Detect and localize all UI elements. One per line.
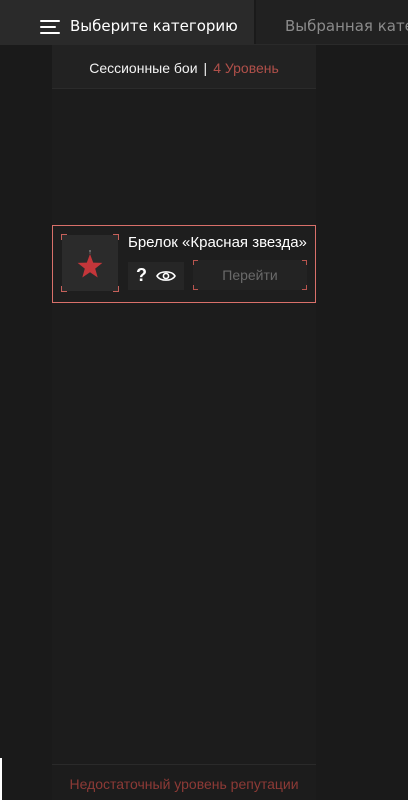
footer-divider xyxy=(52,764,316,765)
reward-column: Сессионные бои | 4 Уровень Брелок «Красная… xyxy=(52,45,316,800)
tab-select-category-label: Выберите категорию xyxy=(70,17,238,35)
go-button[interactable]: Перейти xyxy=(193,260,307,290)
app-root: Выберите категорию Выбранная категория С… xyxy=(0,0,408,800)
go-button-label: Перейти xyxy=(222,267,278,283)
reward-actions: ? xyxy=(128,262,184,290)
section-title: Сессионные бои xyxy=(89,60,198,76)
tab-selected-category[interactable]: Выбранная категория xyxy=(256,0,408,44)
eye-icon[interactable] xyxy=(156,268,176,284)
tab-selected-category-label: Выбранная категория xyxy=(285,17,408,35)
section-header: Сессионные бои | 4 Уровень xyxy=(52,45,316,89)
menu-icon xyxy=(40,20,60,34)
reward-thumbnail xyxy=(61,234,119,292)
reputation-warning: Недостаточный уровень репутации xyxy=(69,776,299,792)
section-level: 4 Уровень xyxy=(213,60,279,76)
red-star-icon xyxy=(77,250,103,278)
tab-select-category[interactable]: Выберите категорию xyxy=(0,0,256,44)
help-icon[interactable]: ? xyxy=(136,265,147,286)
section-separator: | xyxy=(203,60,208,76)
reward-card[interactable]: Брелок «Красная звезда» ? Перейти xyxy=(52,225,316,303)
reward-title: Брелок «Красная звезда» xyxy=(128,234,307,251)
edge-indicator xyxy=(0,758,2,800)
category-tab-bar: Выберите категорию Выбранная категория xyxy=(0,0,408,45)
